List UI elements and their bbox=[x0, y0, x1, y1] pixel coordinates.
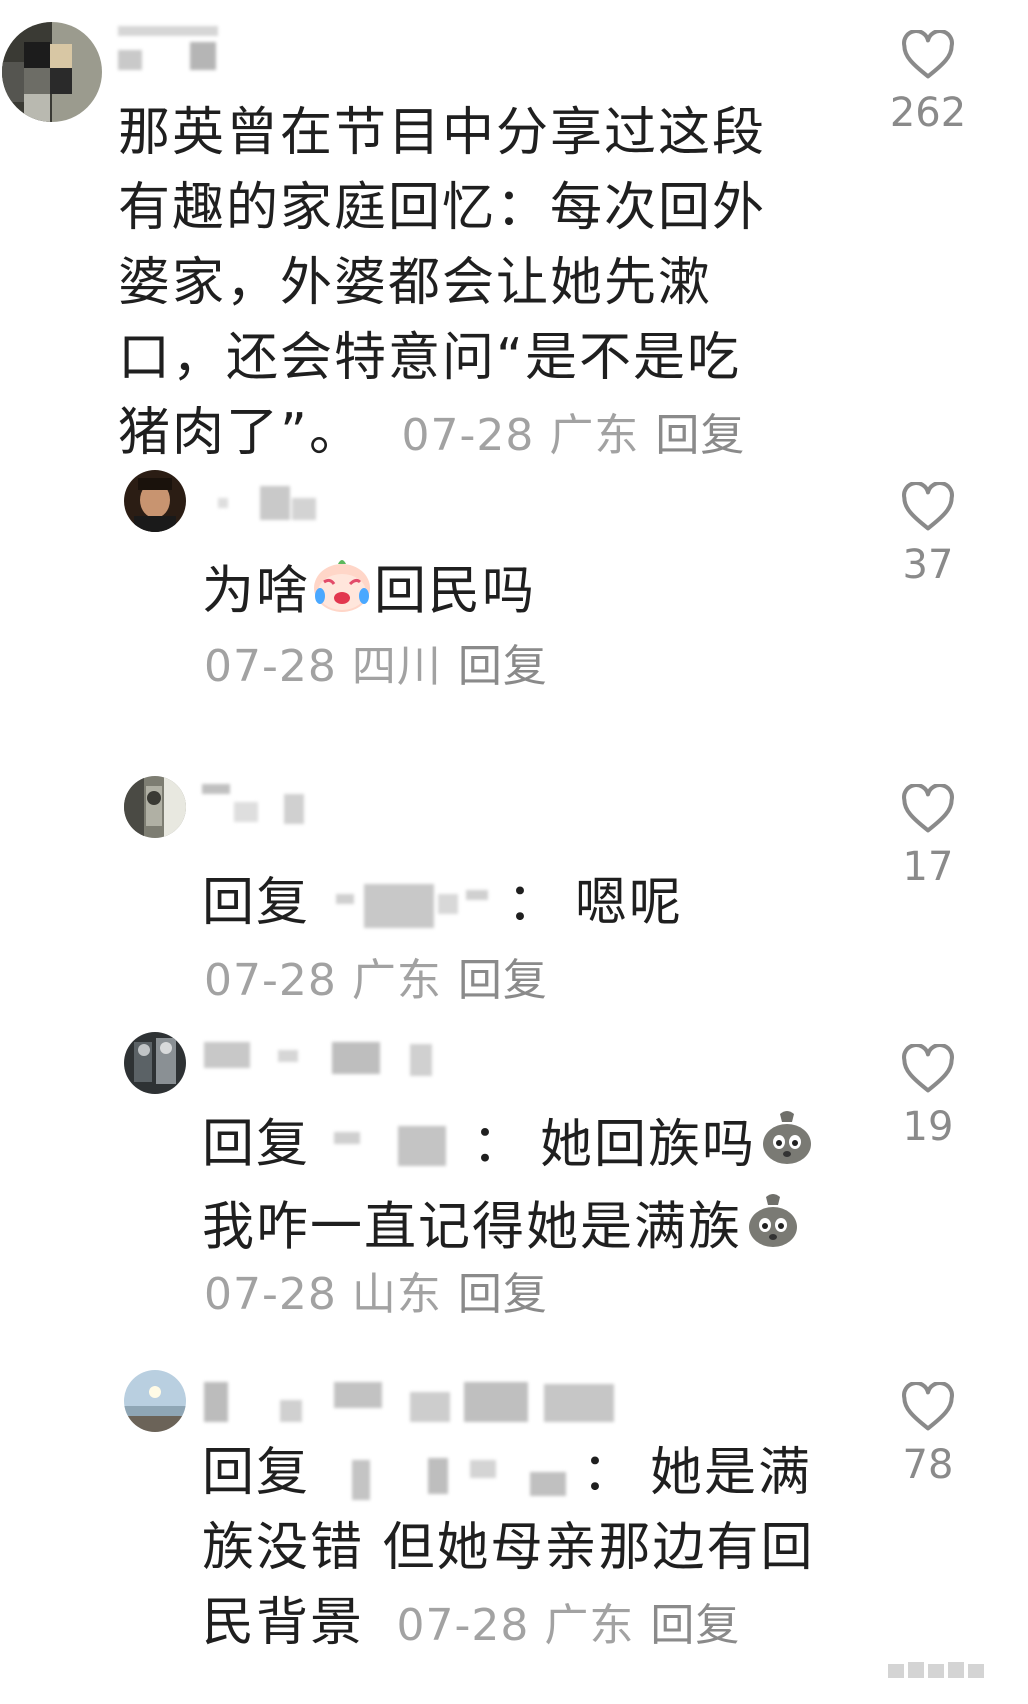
comment-location: 广东 bbox=[549, 410, 640, 461]
comment-date: 07-28 bbox=[401, 410, 535, 461]
comment-4: 回复 ：她回族吗 我咋一直记得她是满族 07-28 山东 回复 19 bbox=[0, 1030, 1028, 1330]
reply-prefix: 回复 bbox=[202, 1443, 311, 1503]
like-count: 19 bbox=[902, 1104, 954, 1150]
heart-icon[interactable] bbox=[901, 1044, 955, 1094]
crying-emoji-icon bbox=[310, 552, 374, 637]
comment-1: 那英曾在节目中分享过这段有趣的家庭回忆：每次回外婆家，外婆都会让她先漱口，还会特… bbox=[0, 0, 1028, 463]
like-count: 78 bbox=[902, 1442, 954, 1488]
reply-prefix: 回复 bbox=[202, 1114, 311, 1175]
comment-date: 07-28 bbox=[204, 1269, 337, 1320]
comment-content: 我咋一直记得她是满族 bbox=[202, 1197, 743, 1258]
reply-button[interactable]: 回复 bbox=[655, 410, 745, 461]
comment-text: 回复 ：嗯呢 bbox=[202, 866, 822, 941]
sack-face-emoji-icon bbox=[756, 1106, 818, 1189]
reply-button[interactable]: 回复 bbox=[458, 641, 548, 692]
avatar[interactable] bbox=[124, 1370, 186, 1432]
comment-date: 07-28 bbox=[204, 641, 337, 692]
sack-face-emoji-icon bbox=[742, 1189, 804, 1272]
heart-icon[interactable] bbox=[901, 482, 955, 532]
like-count: 262 bbox=[889, 90, 967, 136]
colon: ： bbox=[582, 1443, 637, 1503]
avatar[interactable] bbox=[124, 470, 186, 532]
like-group[interactable]: 17 bbox=[888, 784, 968, 890]
comment-2: 为啥 回民吗 07-28 四川 回复 37 bbox=[0, 460, 1028, 710]
comment-meta: 07-28 广东 回复 bbox=[401, 410, 745, 461]
comment-text: 回复 ：她回族吗 我咋一直记得她是满族 bbox=[202, 1106, 862, 1272]
like-group[interactable]: 262 bbox=[888, 30, 968, 136]
reply-button[interactable]: 回复 bbox=[458, 955, 548, 1006]
username-blurred[interactable] bbox=[200, 478, 340, 522]
comment-content: 她回族吗 bbox=[540, 1114, 757, 1175]
avatar[interactable] bbox=[2, 22, 102, 122]
username-blurred[interactable] bbox=[118, 26, 228, 70]
comment-date: 07-28 bbox=[204, 955, 337, 1006]
comment-location: 广东 bbox=[544, 1600, 635, 1651]
comment-content: 民背景 bbox=[202, 1593, 365, 1653]
avatar[interactable] bbox=[124, 1032, 186, 1094]
comment-meta: 07-28 广东 回复 bbox=[204, 944, 548, 1008]
comment-line: 民背景 07-28 广东 回复 bbox=[202, 1586, 882, 1663]
like-count: 37 bbox=[902, 542, 954, 588]
comment-text: 那英曾在节目中分享过这段有趣的家庭回忆：每次回外婆家，外婆都会让她先漱口，还会特… bbox=[118, 96, 778, 473]
comment-content: 她是满 bbox=[650, 1443, 813, 1503]
heart-icon[interactable] bbox=[901, 784, 955, 834]
comment-line: 回复 ：她回族吗 bbox=[202, 1106, 862, 1189]
colon: ： bbox=[507, 873, 562, 933]
reply-button[interactable]: 回复 bbox=[458, 1269, 548, 1320]
username-blurred[interactable] bbox=[200, 1378, 620, 1422]
comment-text: 回复 ：她是满 族没错 但她母亲那边有回 民背景 07-28 广东 回复 bbox=[202, 1436, 882, 1663]
comment-location: 山东 bbox=[351, 1269, 442, 1320]
avatar[interactable] bbox=[124, 776, 186, 838]
mentioned-user-blurred[interactable] bbox=[316, 880, 501, 932]
like-group[interactable]: 37 bbox=[888, 482, 968, 588]
watermark bbox=[888, 1658, 988, 1686]
username-blurred[interactable] bbox=[200, 780, 320, 824]
like-count: 17 bbox=[902, 844, 954, 890]
comment-content: 那英曾在节目中分享过这段有趣的家庭回忆：每次回外婆家，外婆都会让她先漱口，还会特… bbox=[118, 103, 767, 463]
heart-icon[interactable] bbox=[901, 1382, 955, 1432]
comment-location: 广东 bbox=[351, 955, 442, 1006]
reply-button[interactable]: 回复 bbox=[650, 1600, 740, 1651]
comment-content: 为啥 bbox=[202, 561, 311, 622]
heart-icon[interactable] bbox=[901, 30, 955, 80]
comment-content: 族没错 但她母亲那边有回 bbox=[202, 1518, 815, 1578]
comment-line: 回复 ：她是满 bbox=[202, 1436, 882, 1511]
username-blurred[interactable] bbox=[200, 1036, 440, 1080]
colon: ： bbox=[472, 1114, 527, 1175]
comment-text: 为啥 回民吗 bbox=[202, 552, 802, 637]
mentioned-user-blurred[interactable] bbox=[316, 1122, 466, 1174]
mentioned-user-blurred[interactable] bbox=[316, 1450, 576, 1502]
comment-meta: 07-28 四川 回复 bbox=[204, 630, 548, 694]
comment-date: 07-28 bbox=[396, 1600, 530, 1651]
like-group[interactable]: 19 bbox=[888, 1044, 968, 1150]
comment-content: 嗯呢 bbox=[575, 873, 684, 933]
comment-location: 四川 bbox=[351, 641, 442, 692]
comment-5: 回复 ：她是满 族没错 但她母亲那边有回 民背景 07-28 广东 回复 78 bbox=[0, 1370, 1028, 1704]
comment-content: 回民吗 bbox=[374, 561, 537, 622]
comment-3: 回复 ：嗯呢 07-28 广东 回复 17 bbox=[0, 720, 1028, 1006]
comment-meta: 07-28 广东 回复 bbox=[397, 1600, 741, 1651]
reply-prefix: 回复 bbox=[202, 873, 311, 933]
comment-meta: 07-28 山东 回复 bbox=[204, 1258, 548, 1322]
like-group[interactable]: 78 bbox=[888, 1382, 968, 1488]
